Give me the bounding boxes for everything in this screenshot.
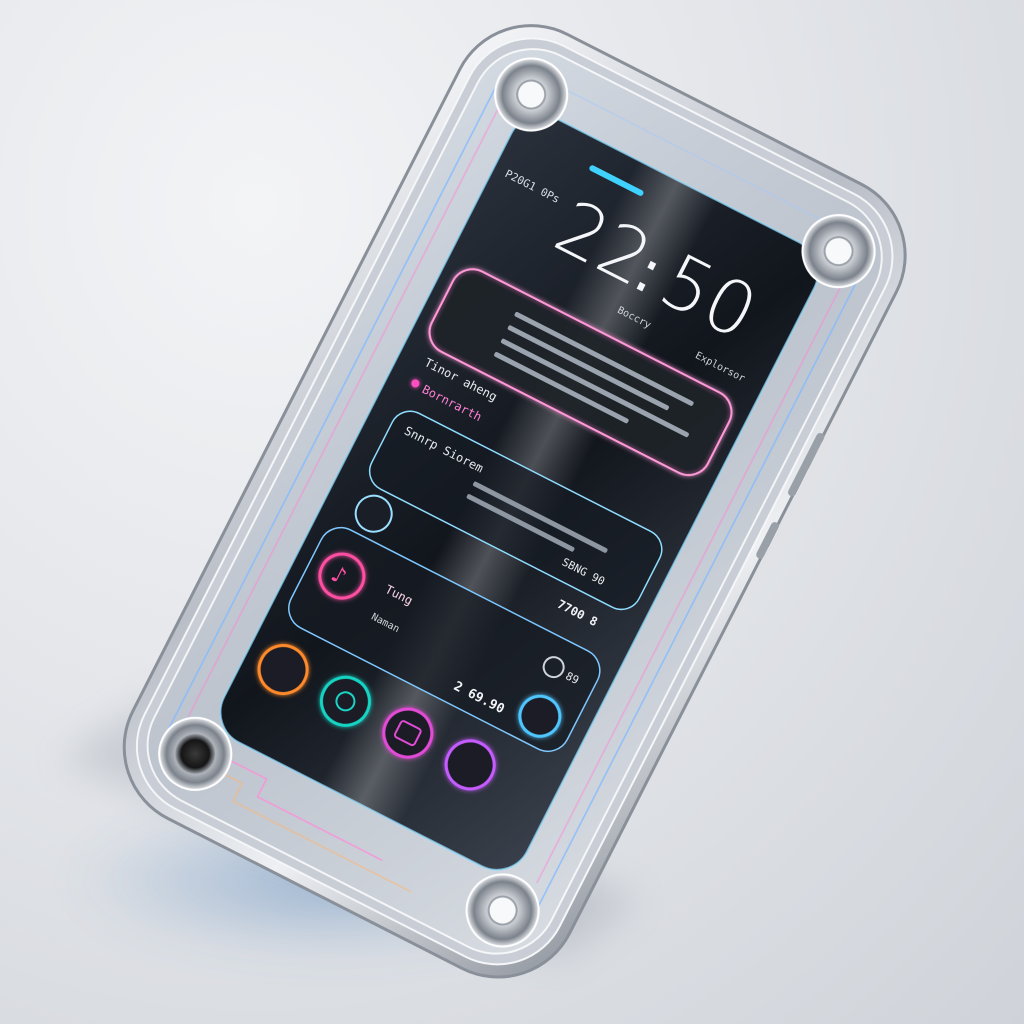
phone-illustration: 22 : 50 P20G1 0Ps Boccry Explorsor Tinor… xyxy=(60,24,907,979)
scene: 22 : 50 P20G1 0Ps Boccry Explorsor Tinor… xyxy=(0,0,1024,1024)
